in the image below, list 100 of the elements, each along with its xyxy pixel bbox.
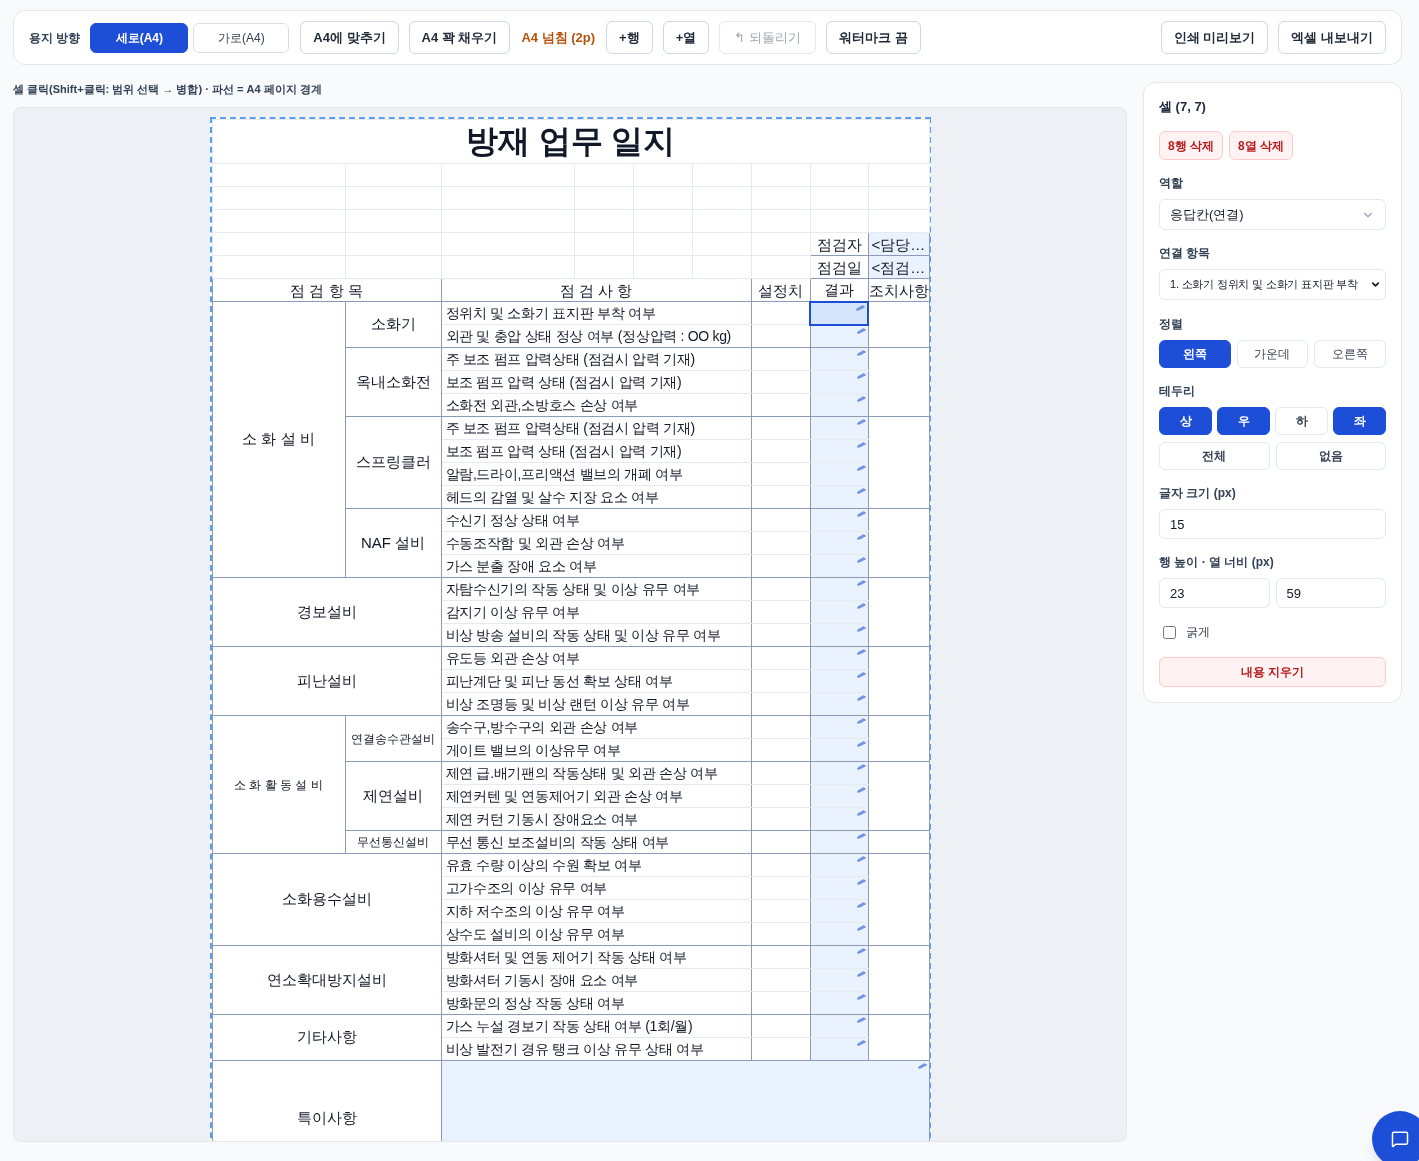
table-cell: 지하 저수조의 이상 유무 여부 — [441, 899, 751, 923]
table-cell: 고가수조의 이상 유무 여부 — [441, 876, 751, 900]
pencil-icon — [856, 764, 866, 770]
border-side-toggle[interactable]: 하 — [1275, 407, 1328, 435]
field-label: 테두리 — [1159, 385, 1196, 397]
table-cell: 외관 및 충압 상태 정상 여부 (정상압력 : OO kg) — [441, 324, 751, 348]
chat-button[interactable] — [1372, 1111, 1419, 1161]
pencil-icon — [856, 396, 866, 402]
role-select[interactable]: 응답칸(연결) — [1159, 199, 1386, 230]
orientation-option[interactable]: 세로(A4) — [90, 22, 189, 53]
table-cell: 소화전 외관,소방호스 손상 여부 — [441, 393, 751, 417]
pencil-icon — [856, 902, 866, 908]
table-cell: 자탐수신기의 작동 상태 및 이상 유무 여부 — [441, 577, 751, 601]
subcategory-cell: 옥내소화전 — [345, 347, 441, 417]
column-width-input[interactable]: 59 — [1275, 578, 1386, 608]
table-cell: 정위치 및 소화기 표지판 부착 여부 — [441, 301, 751, 325]
pencil-icon — [856, 856, 866, 862]
table-cell: 점검자 — [810, 232, 868, 256]
column-header: 점 검 사 항 — [441, 278, 751, 302]
result-cell[interactable] — [810, 301, 868, 325]
pencil-icon — [856, 994, 866, 1000]
border-preset-button[interactable]: 없음 — [1275, 442, 1386, 470]
pencil-icon — [856, 373, 866, 379]
action-button[interactable]: 엑셀 내보내기 — [1278, 21, 1386, 54]
table-cell: 상수도 설비의 이상 유무 여부 — [441, 922, 751, 946]
subcategory-cell: 무선통신설비 — [345, 830, 441, 854]
table-cell: 송수구,방수구의 외관 손상 여부 — [441, 715, 751, 739]
pencil-icon — [856, 810, 866, 816]
category-cell: 소화용수설비 — [212, 853, 441, 946]
column-header: 설정치 — [751, 278, 810, 302]
pencil-icon — [856, 695, 866, 701]
toolbar-button[interactable]: 워터마크 끔 — [825, 21, 921, 54]
pencil-icon — [856, 879, 866, 885]
bold-label: 굵게 — [1186, 624, 1210, 641]
align-option[interactable]: 왼쪽 — [1159, 340, 1231, 368]
row-height-input[interactable]: 23 — [1159, 578, 1270, 608]
orientation-option[interactable]: 가로(A4) — [193, 22, 290, 53]
category-cell: 경보설비 — [212, 577, 441, 647]
remarks-field[interactable] — [441, 1060, 930, 1141]
pencil-icon — [856, 672, 866, 678]
border-side-toggle[interactable]: 좌 — [1333, 407, 1386, 435]
subcategory-cell: 소화기 — [345, 301, 441, 348]
delete-button[interactable]: 8열 삭제 — [1229, 131, 1294, 160]
toolbar-button[interactable]: +열 — [662, 21, 710, 54]
table-cell: 방화문의 정상 작동 상태 여부 — [441, 991, 751, 1015]
table-cell: 제연 커턴 기동시 장애요소 여부 — [441, 807, 751, 831]
table-cell: 수동조작함 및 외관 손상 여부 — [441, 531, 751, 555]
table-cell: 감지기 이상 유무 여부 — [441, 600, 751, 624]
pencil-icon — [856, 557, 866, 563]
align-option[interactable]: 오른쪽 — [1314, 340, 1386, 368]
pencil-icon — [917, 1063, 927, 1069]
pencil-icon — [856, 304, 865, 311]
table-cell: 피난계단 및 피난 동선 확보 상태 여부 — [441, 669, 751, 693]
pencil-icon — [856, 511, 866, 517]
table-cell: 주 보조 펌프 압력상태 (점검시 압력 기재) — [441, 347, 751, 371]
bold-checkbox[interactable] — [1163, 625, 1176, 639]
chat-icon — [1391, 1130, 1409, 1148]
pencil-icon — [856, 327, 866, 334]
pencil-icon — [856, 948, 866, 954]
table-cell: 점검일 — [810, 255, 868, 279]
table-cell: 주 보조 펌프 압력상태 (점검시 압력 기재) — [441, 416, 751, 440]
table-cell: 유효 수량 이상의 수원 확보 여부 — [441, 853, 751, 877]
linked-item-select[interactable]: 1. 소화기 정위치 및 소화기 표지판 부착 — [1159, 269, 1386, 300]
table-cell: 가스 분출 장애 요소 여부 — [441, 554, 751, 578]
table-cell: 보조 펌프 압력 상태 (점검시 압력 기재) — [441, 370, 751, 394]
border-side-toggle[interactable]: 상 — [1159, 407, 1212, 435]
panel-title: 셀 (7, 7) — [1159, 99, 1207, 115]
overflow-status: A4 넘침 (2p) — [520, 28, 597, 47]
align-option[interactable]: 가운데 — [1236, 340, 1309, 368]
border-side-toggle[interactable]: 우 — [1217, 407, 1270, 435]
table-cell: 알람,드라이,프리액션 밸브의 개폐 여부 — [441, 462, 751, 486]
toolbar-button[interactable]: +행 — [606, 21, 653, 54]
pencil-icon — [856, 419, 866, 425]
clear-content-button[interactable]: 내용 지우기 — [1159, 657, 1386, 687]
table-cell: 무선 통신 보조설비의 작동 상태 여부 — [441, 830, 751, 854]
table-cell: 게이트 밸브의 이상유무 여부 — [441, 738, 751, 762]
field-label: 역할 — [1159, 177, 1184, 189]
pencil-icon — [856, 649, 866, 655]
toolbar-button[interactable]: A4에 맞추기 — [300, 21, 399, 54]
pencil-icon — [856, 1017, 866, 1023]
table-cell: 수신기 정상 상태 여부 — [441, 508, 751, 532]
pencil-icon — [856, 580, 866, 586]
chevron-down-icon — [1370, 279, 1381, 290]
hint-text: 셀 클릭(Shift+클릭: 범위 선택 → 병합) · 파선 = A4 페이지 경계 — [13, 82, 323, 96]
pencil-icon — [856, 465, 866, 471]
field-label: 정렬 — [1159, 318, 1184, 330]
toolbar-button[interactable]: A4 꽉 채우기 — [408, 21, 511, 54]
table-cell: 제연 급.배기팬의 작동상태 및 외관 손상 여부 — [441, 761, 751, 785]
font-size-input[interactable]: 15 — [1159, 509, 1386, 539]
action-button[interactable]: 인쇄 미리보기 — [1160, 21, 1269, 54]
pencil-icon — [856, 626, 866, 632]
column-header: 점 검 항 목 — [212, 278, 441, 302]
table-cell: 비상 발전기 경유 탱크 이상 유무 상태 여부 — [441, 1037, 751, 1061]
border-preset-button[interactable]: 전체 — [1159, 442, 1270, 470]
category-cell: 소 화 활 동 설 비 — [212, 715, 345, 854]
category-cell: 피난설비 — [212, 646, 441, 716]
pencil-icon — [856, 787, 866, 793]
delete-button[interactable]: 8행 삭제 — [1159, 131, 1223, 160]
sheet-title: 방재 업무 일지 — [465, 122, 676, 159]
table-cell: 방화셔터 및 연동 제어기 작동 상태 여부 — [441, 945, 751, 969]
